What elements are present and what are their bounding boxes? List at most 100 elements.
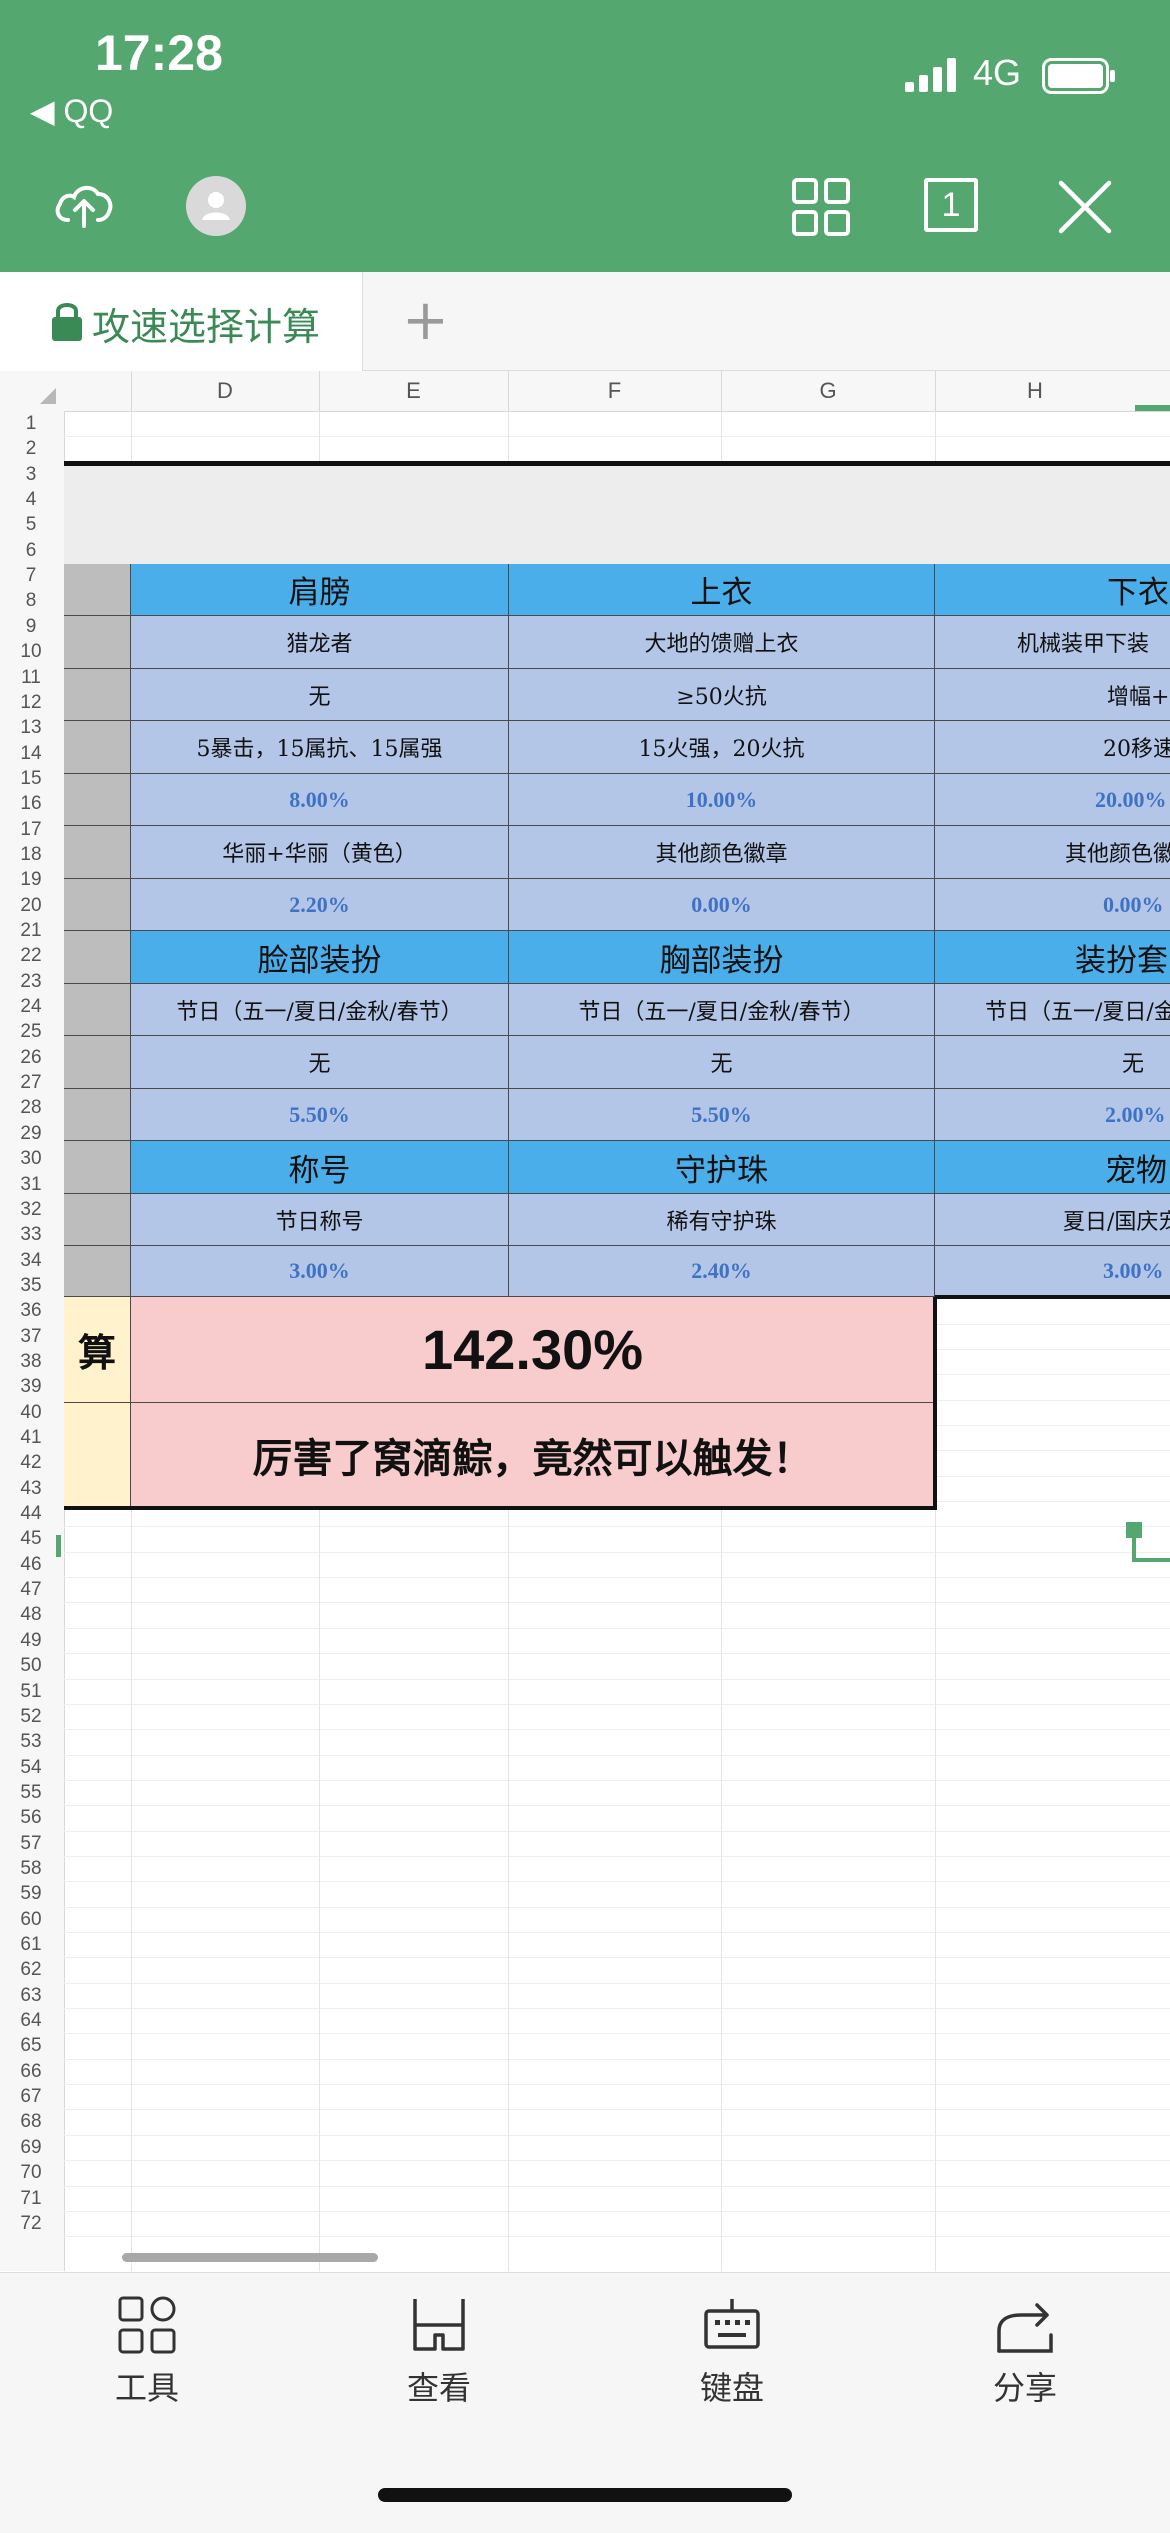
percent-cell[interactable]: 3.00%: [131, 1246, 509, 1297]
row-number[interactable]: 20: [0, 893, 62, 918]
slot-header[interactable]: 上衣: [509, 564, 935, 616]
row-number[interactable]: 22: [0, 943, 62, 968]
row-number[interactable]: 9: [0, 614, 62, 639]
result-value[interactable]: 142.30%: [131, 1297, 935, 1403]
row-number[interactable]: 31: [0, 1172, 62, 1197]
row-number[interactable]: 43: [0, 1476, 62, 1501]
keyboard-button[interactable]: 键盘: [662, 2295, 802, 2409]
condition-cell[interactable]: 无: [509, 1036, 935, 1089]
row-number[interactable]: 49: [0, 1628, 62, 1653]
row-number[interactable]: 25: [0, 1019, 62, 1044]
row-number[interactable]: 69: [0, 2135, 62, 2160]
row-number[interactable]: 44: [0, 1501, 62, 1526]
item-name[interactable]: 机械装甲下装: [935, 616, 1170, 669]
row-number[interactable]: 2: [0, 436, 62, 461]
percent-cell[interactable]: 3.00%: [935, 1246, 1170, 1297]
row-label-cell[interactable]: [64, 669, 131, 721]
row-number[interactable]: 37: [0, 1324, 62, 1349]
row-number[interactable]: 61: [0, 1932, 62, 1957]
row-number[interactable]: 72: [0, 2211, 62, 2236]
row-number[interactable]: 58: [0, 1856, 62, 1881]
condition-cell[interactable]: 增幅+10: [935, 669, 1170, 721]
percent-cell[interactable]: 10.00%: [509, 774, 935, 826]
slot-header[interactable]: 胸部装扮: [509, 931, 935, 984]
condition-cell[interactable]: 无: [131, 1036, 509, 1089]
slot-header[interactable]: 肩膀: [131, 564, 509, 616]
row-number[interactable]: 33: [0, 1222, 62, 1247]
row-number[interactable]: 14: [0, 741, 62, 766]
result-label[interactable]: 算: [64, 1297, 131, 1403]
grid-view-icon[interactable]: [792, 178, 850, 236]
row-number[interactable]: 45: [0, 1526, 62, 1551]
row-number[interactable]: 35: [0, 1273, 62, 1298]
percent-cell[interactable]: 0.00%: [935, 879, 1170, 931]
row-label-cell[interactable]: [64, 931, 131, 984]
row-label-cell[interactable]: [64, 1089, 131, 1141]
row-number[interactable]: 47: [0, 1577, 62, 1602]
percent-cell[interactable]: 5.50%: [131, 1089, 509, 1141]
stat-cell[interactable]: 5暴击，15属抗、15属强: [131, 721, 509, 774]
row-label-cell[interactable]: [64, 616, 131, 669]
percent-cell[interactable]: 0.00%: [509, 879, 935, 931]
select-all-corner-icon[interactable]: [40, 388, 56, 404]
tools-button[interactable]: 工具: [77, 2295, 217, 2409]
row-label-cell[interactable]: [64, 879, 131, 931]
row-number[interactable]: 46: [0, 1552, 62, 1577]
row-label-cell[interactable]: [64, 721, 131, 774]
row-number[interactable]: 68: [0, 2109, 62, 2134]
percent-cell[interactable]: 20.00%: [935, 774, 1170, 826]
close-icon[interactable]: [1058, 180, 1112, 234]
column-letter[interactable]: G: [721, 371, 935, 411]
item-name[interactable]: 大地的馈赠上衣: [509, 616, 935, 669]
row-label-cell[interactable]: [64, 826, 131, 879]
row-number[interactable]: 59: [0, 1881, 62, 1906]
percent-cell[interactable]: 2.00%: [935, 1089, 1170, 1141]
stat-cell[interactable]: 20移速: [935, 721, 1170, 774]
row-number[interactable]: 62: [0, 1957, 62, 1982]
row-number[interactable]: 19: [0, 867, 62, 892]
row-number[interactable]: 8: [0, 588, 62, 613]
slot-header[interactable]: 装扮套: [935, 931, 1170, 984]
condition-cell[interactable]: 无: [131, 669, 509, 721]
slot-header[interactable]: 脸部装扮: [131, 931, 509, 984]
horizontal-scrollbar[interactable]: [122, 2253, 378, 2262]
column-letter[interactable]: E: [319, 371, 508, 411]
row-label-cell[interactable]: [64, 1194, 131, 1246]
slot-header[interactable]: 宠物: [935, 1141, 1170, 1194]
row-number[interactable]: 66: [0, 2059, 62, 2084]
back-to-qq-link[interactable]: ◀ QQ: [30, 92, 113, 130]
row-number[interactable]: 55: [0, 1780, 62, 1805]
row-label-cell[interactable]: [64, 1246, 131, 1297]
row-number[interactable]: 41: [0, 1425, 62, 1450]
percent-cell[interactable]: 8.00%: [131, 774, 509, 826]
column-letter[interactable]: H: [935, 371, 1135, 411]
avatar[interactable]: [186, 176, 246, 236]
row-number[interactable]: 24: [0, 994, 62, 1019]
view-button[interactable]: 查看: [369, 2295, 509, 2409]
item-name[interactable]: 节日称号: [131, 1194, 509, 1246]
row-number[interactable]: 63: [0, 1983, 62, 2008]
row-number[interactable]: 48: [0, 1602, 62, 1627]
row-number[interactable]: 52: [0, 1704, 62, 1729]
row-number[interactable]: 67: [0, 2084, 62, 2109]
row-number[interactable]: 60: [0, 1907, 62, 1932]
row-number[interactable]: 4: [0, 487, 62, 512]
row-number[interactable]: 18: [0, 842, 62, 867]
condition-cell[interactable]: ≥50火抗: [509, 669, 935, 721]
row-number[interactable]: 51: [0, 1679, 62, 1704]
row-number[interactable]: 1: [0, 411, 62, 436]
row-number[interactable]: 16: [0, 791, 62, 816]
row-number[interactable]: 32: [0, 1197, 62, 1222]
row-number[interactable]: 56: [0, 1805, 62, 1830]
row-label-cell[interactable]: [64, 774, 131, 826]
condition-cell[interactable]: 无: [935, 1036, 1170, 1089]
row-number[interactable]: 28: [0, 1095, 62, 1120]
row-number[interactable]: 17: [0, 817, 62, 842]
row-number[interactable]: 7: [0, 563, 62, 588]
row-number[interactable]: 3: [0, 462, 62, 487]
percent-cell[interactable]: 2.20%: [131, 879, 509, 931]
row-number[interactable]: 12: [0, 690, 62, 715]
share-button[interactable]: 分享: [955, 2295, 1095, 2409]
percent-cell[interactable]: 5.50%: [509, 1089, 935, 1141]
row-number[interactable]: 57: [0, 1831, 62, 1856]
